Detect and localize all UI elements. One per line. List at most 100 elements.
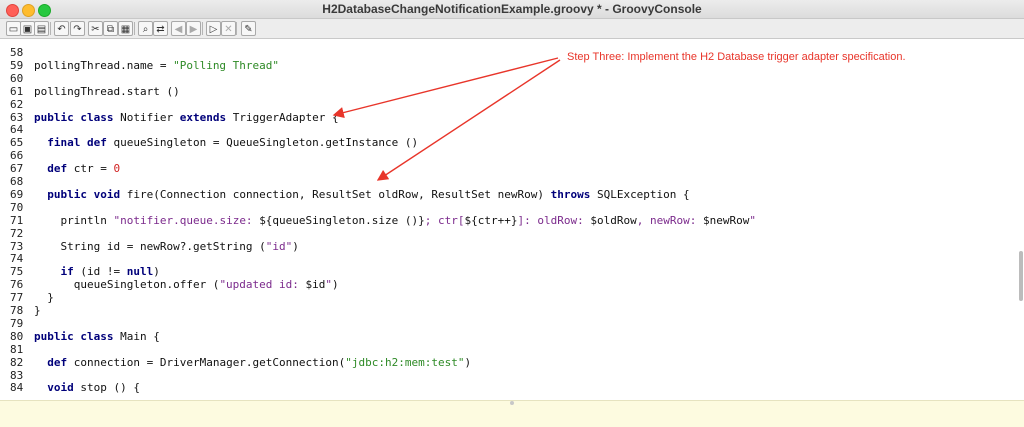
line-number: 65 (10, 136, 24, 150)
code-token: SQLException { (590, 187, 690, 201)
code-token: "updated id: (219, 278, 306, 292)
run-script-icon[interactable]: ▷ (206, 21, 221, 36)
code-line[interactable]: void stop () { (34, 381, 140, 394)
code-line[interactable]: pollingThread.start () (34, 85, 180, 98)
annotation-callout: Step Three: Implement the H2 Database tr… (567, 51, 906, 63)
line-number: 69 (10, 187, 24, 201)
code-line[interactable]: pollingThread.name = "Polling Thread" (34, 59, 279, 72)
line-number: 72 (10, 226, 24, 240)
code-token: def (47, 162, 68, 176)
code-line[interactable]: } (34, 291, 54, 304)
code-line[interactable]: public void fire(Connection connection, … (34, 187, 690, 201)
code-token: "Polling Thread" (173, 58, 280, 72)
code-token: fire(Connection connection, ResultSet ol… (120, 187, 551, 201)
code-token: TriggerAdapter { (226, 110, 339, 124)
line-number: 60 (10, 71, 24, 85)
clear-output-icon[interactable]: ✎ (241, 21, 256, 36)
code-token: $oldRow (590, 213, 637, 227)
code-token: stop () { (73, 381, 140, 395)
copy-icon[interactable]: ⧉ (103, 21, 118, 36)
history-previous-icon[interactable]: ◀ (171, 21, 186, 36)
window-title: H2DatabaseChangeNotificationExample.groo… (322, 2, 702, 16)
code-token: void (47, 381, 74, 395)
line-number: 71 (10, 213, 24, 227)
line-number: 62 (10, 97, 24, 111)
line-number: 83 (10, 368, 24, 382)
code-token: if (60, 265, 74, 279)
redo-icon[interactable]: ↷ (70, 21, 85, 36)
code-token: public void (47, 187, 121, 201)
replace-icon[interactable]: ⇄ (153, 21, 168, 36)
code-token: "id" (265, 239, 293, 253)
code-token: extends (179, 110, 227, 124)
code-token: public class (34, 329, 114, 343)
new-file-icon[interactable]: ▭ (6, 21, 21, 36)
code-token: queueSingleton = QueueSingleton.getInsta… (106, 136, 419, 150)
code-token: ]: oldRow: (517, 213, 591, 227)
open-file-icon[interactable]: ▣ (20, 21, 35, 36)
line-number: 61 (10, 84, 24, 98)
code-token: println (34, 213, 114, 227)
line-number: 63 (10, 110, 24, 124)
line-number-gutter: 58 59 60 61 62 63 64 65 66 67 68 69 70 71 72 73 74 75 76 77… (0, 39, 28, 400)
code-token: pollingThread.start () (34, 84, 180, 98)
toolbar: ▭ ▣ ▤ ↶ ↷ ✂ ⧉ ▦ ⌕ ⇄ ◀ ▶ ▷ ✕ ✎ (0, 19, 1024, 39)
code-token: ; ctr[ (424, 213, 465, 227)
paste-icon[interactable]: ▦ (118, 21, 133, 36)
code-token: , newRow: (636, 213, 703, 227)
code-token: null (126, 265, 154, 279)
toolbar-separator (50, 22, 51, 35)
code-token: 0 (113, 162, 121, 176)
save-file-icon[interactable]: ▤ (34, 21, 49, 36)
cut-icon[interactable]: ✂ (88, 21, 103, 36)
line-number: 59 (10, 58, 24, 72)
code-token: "jdbc:h2:mem:test" (345, 355, 465, 369)
code-line[interactable]: queueSingleton.offer ("updated id: $id") (34, 278, 339, 291)
line-number: 75 (10, 265, 24, 279)
vertical-scrollbar-thumb[interactable] (1019, 251, 1023, 301)
code-line[interactable]: } (34, 304, 41, 317)
history-next-icon[interactable]: ▶ (186, 21, 201, 36)
line-number: 68 (10, 175, 24, 188)
code-token: "notifier.queue.size: (113, 213, 260, 227)
code-line[interactable]: public class Notifier extends TriggerAda… (34, 111, 339, 124)
code-line[interactable]: def ctr = 0 (34, 162, 120, 175)
code-line[interactable]: String id = newRow?.getString ("id") (34, 239, 298, 253)
code-line[interactable]: final def queueSingleton = QueueSingleto… (34, 136, 418, 149)
code-line[interactable]: public class Main { (34, 330, 160, 343)
code-token: ctr = (67, 162, 114, 176)
code-line[interactable]: println "notifier.queue.size: ${queueSin… (34, 213, 756, 227)
line-number: 73 (10, 239, 24, 253)
split-pane-divider-handle[interactable] (510, 401, 514, 405)
line-number: 77 (10, 291, 24, 305)
code-line[interactable]: def connection = DriverManager.getConnec… (34, 356, 471, 369)
code-token: def (47, 355, 68, 369)
line-number: 66 (10, 149, 24, 163)
code-token: } (34, 304, 41, 317)
toolbar-separator (236, 22, 237, 35)
title-bar: H2DatabaseChangeNotificationExample.groo… (0, 0, 1024, 19)
line-number: 81 (10, 342, 24, 356)
line-number: 64 (10, 123, 24, 137)
toolbar-separator (202, 22, 203, 35)
interrupt-script-icon[interactable]: ✕ (221, 21, 236, 36)
line-number: 78 (10, 304, 24, 317)
code-token: ${ctr++} (464, 213, 518, 227)
code-line[interactable]: if (id != null) (34, 265, 160, 278)
code-token: String id = newRow?.getString ( (34, 239, 266, 253)
undo-icon[interactable]: ↶ (54, 21, 69, 36)
line-number: 80 (10, 329, 24, 343)
toolbar-separator (134, 22, 135, 35)
code-token: " (749, 213, 756, 227)
code-token: Notifier (113, 110, 180, 124)
code-token: throws (550, 187, 591, 201)
find-icon[interactable]: ⌕ (138, 21, 153, 36)
line-number: 76 (10, 278, 24, 292)
code-editor[interactable]: 58 59 60 61 62 63 64 65 66 67 68 69 70 71 72 73 74 75 76 77… (0, 39, 1024, 400)
line-number: 79 (10, 316, 24, 330)
code-token: ${queueSingleton.size ()} (259, 213, 425, 227)
